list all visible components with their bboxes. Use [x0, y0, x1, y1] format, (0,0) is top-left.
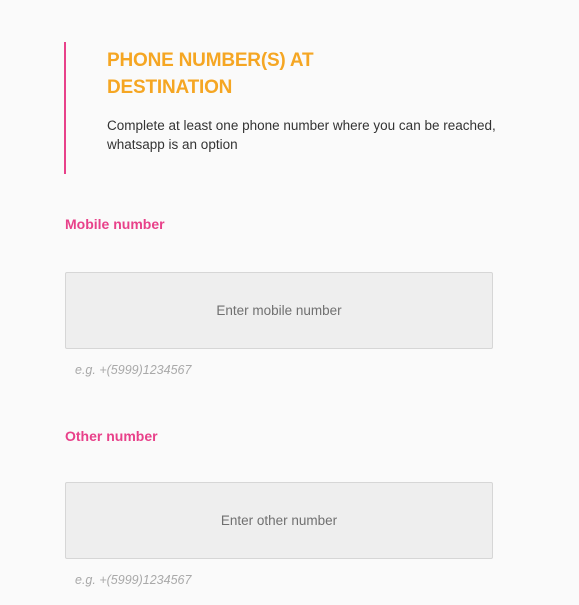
mobile-number-label: Mobile number — [65, 216, 165, 232]
other-number-input[interactable] — [65, 482, 493, 559]
other-number-hint: e.g. +(5999)1234567 — [75, 573, 192, 587]
phone-numbers-panel: PHONE NUMBER(S) AT DESTINATION Complete … — [0, 0, 579, 605]
mobile-number-hint: e.g. +(5999)1234567 — [75, 363, 192, 377]
section-title: PHONE NUMBER(S) AT DESTINATION — [107, 50, 314, 98]
mobile-number-input[interactable] — [65, 272, 493, 349]
other-number-label: Other number — [65, 428, 158, 444]
section-header: PHONE NUMBER(S) AT DESTINATION Complete … — [64, 42, 524, 174]
section-description: Complete at least one phone number where… — [107, 118, 496, 152]
